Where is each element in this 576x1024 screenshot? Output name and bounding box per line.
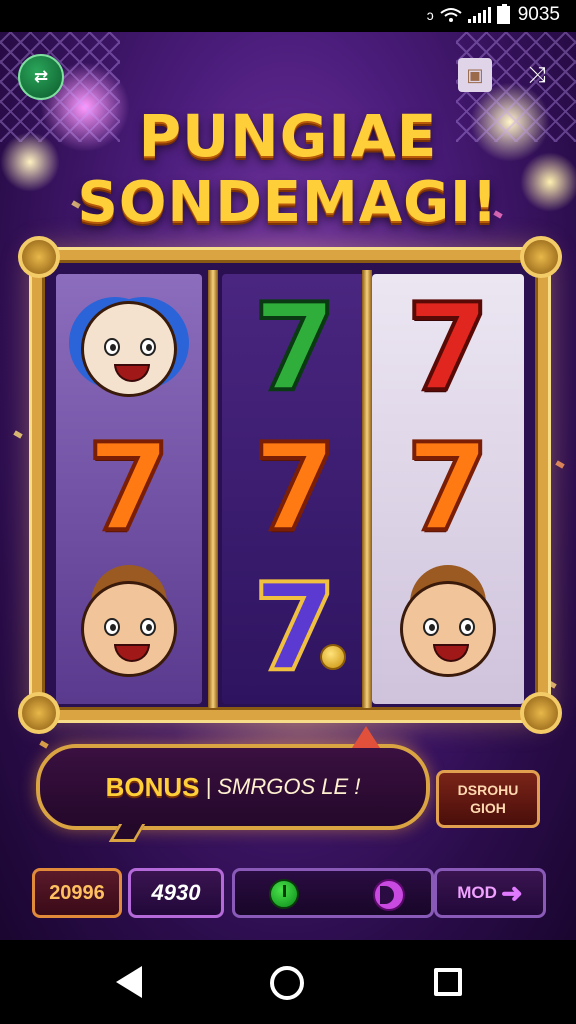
bet-display[interactable]: 4930 (128, 868, 224, 918)
bonus-banner[interactable]: BONUS | SMRGOS LE ! (36, 726, 430, 842)
wifi-icon (440, 8, 462, 22)
confetti (13, 430, 23, 439)
reel-divider (362, 270, 372, 708)
side-button[interactable]: DSROHU GIOH (436, 770, 540, 828)
bonus-tail (108, 824, 146, 842)
status-bar: ↄ 9035 (0, 0, 576, 32)
side-button-line2: GIOH (470, 800, 506, 816)
power-icon[interactable] (269, 879, 299, 909)
confetti (547, 680, 557, 689)
seven-symbol: 7 (85, 419, 172, 558)
status-right: ↄ 9035 (427, 4, 560, 26)
back-icon[interactable] (116, 966, 142, 998)
shuffle-icon[interactable]: ⤨ (520, 58, 554, 92)
seven-symbol: 7 (251, 559, 338, 698)
reel-divider (208, 270, 218, 708)
slot-frame: 7 7 7 7 7 7 (18, 236, 562, 734)
seven-symbol: 7 (251, 419, 338, 558)
confetti (39, 740, 49, 749)
status-time: 9035 (517, 4, 560, 25)
reel-3[interactable]: 7 7 (372, 274, 524, 704)
bet-value: 4930 (151, 880, 201, 905)
bonus-arrow-icon (352, 726, 380, 748)
credits-value: 20996 (49, 881, 105, 904)
seven-symbol: 7 (404, 419, 491, 558)
navigation-bar (0, 940, 576, 1024)
recents-icon[interactable] (434, 968, 462, 996)
boy-symbol (56, 564, 202, 694)
confetti (555, 460, 565, 469)
battery-icon (496, 4, 510, 24)
frame-ornament (18, 692, 60, 734)
bottom-controls: 20996 4930 MOD ➜ (0, 868, 576, 922)
auto-spin-icon[interactable] (373, 879, 405, 911)
frame-ornament (18, 236, 60, 278)
boy-symbol (372, 564, 524, 694)
frame-ornament (520, 236, 562, 278)
arrow-right-icon: ➜ (500, 877, 523, 908)
game-title-line2: SONDEMAGI! (77, 170, 499, 235)
seven-symbol: 7 (404, 279, 491, 418)
game-title-line1: PUNGIAE (138, 102, 438, 170)
menu-button[interactable]: ⇄ (18, 54, 64, 100)
frame-ornament (520, 692, 562, 734)
nfc-icon: ↄ (426, 7, 434, 23)
credits-display: 20996 (32, 868, 122, 918)
home-icon[interactable] (270, 966, 304, 1000)
boy-face-icon (81, 581, 177, 677)
side-button-line1: DSROHU (457, 782, 519, 798)
signal-icon (467, 7, 491, 23)
reel-2[interactable]: 7 7 7 (222, 274, 368, 704)
game-screen: ⇄ ▣ ⤨ PUNGIAE SONDEMAGI! 7 7 7 7 7 7 BON… (0, 32, 576, 940)
gift-icon[interactable]: ▣ (458, 58, 492, 92)
clown-symbol (56, 284, 202, 414)
spin-controls (232, 868, 434, 918)
boy-face-icon (400, 581, 496, 677)
clown-face-icon (81, 301, 177, 397)
status-icons: ↄ (426, 4, 510, 24)
menu-icon: ⇄ (33, 67, 49, 87)
bonus-word: BONUS (105, 771, 200, 802)
seven-symbol: 7 (251, 279, 338, 418)
mode-button[interactable]: MOD ➜ (434, 868, 546, 918)
mode-label: MOD (457, 883, 497, 902)
bonus-text: | SMRGOS LE ! (205, 774, 361, 799)
reel-1[interactable]: 7 (56, 274, 202, 704)
coin-icon (320, 644, 346, 670)
